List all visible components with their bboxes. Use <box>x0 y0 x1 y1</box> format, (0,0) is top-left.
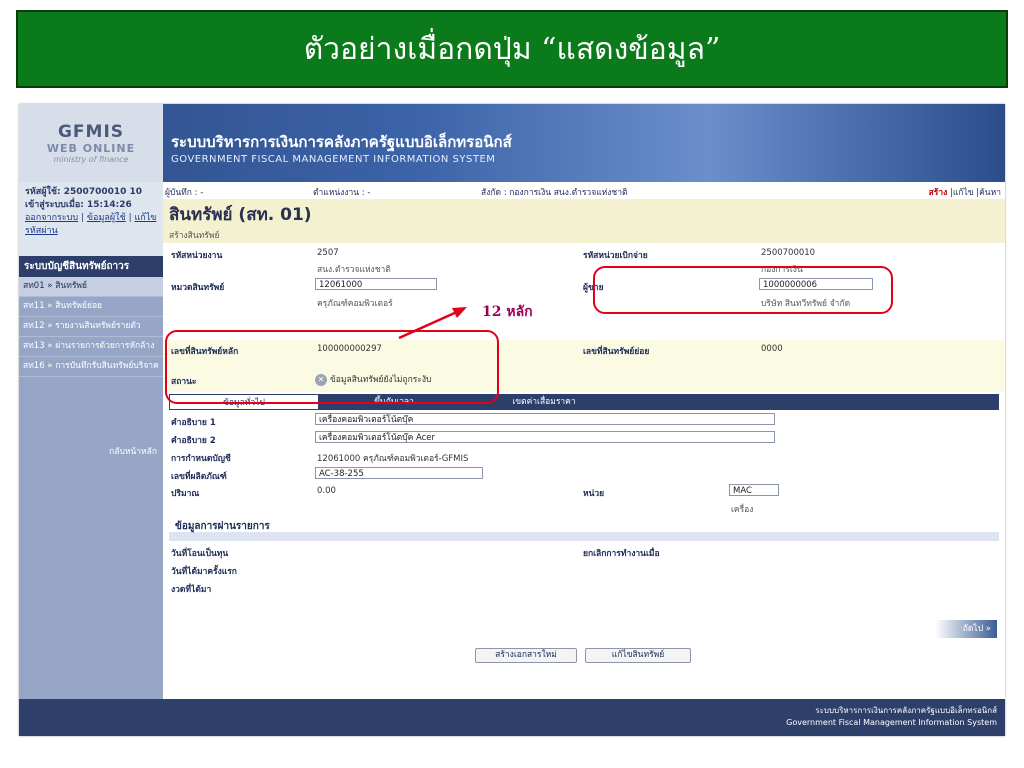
arrow-head <box>452 307 467 318</box>
arrow-line <box>398 309 460 340</box>
banner-title: ตัวอย่างเมื่อกดปุ่ม “แสดงข้อมูล” <box>303 31 721 67</box>
annotation-arrow <box>398 307 467 340</box>
app-screenshot: GFMIS WEB ONLINE ministry of finance ระบ… <box>19 104 1005 736</box>
title-banner: ตัวอย่างเมื่อกดปุ่ม “แสดงข้อมูล” <box>16 10 1008 88</box>
annotation-12-digits: 12 หลัก <box>482 304 533 320</box>
